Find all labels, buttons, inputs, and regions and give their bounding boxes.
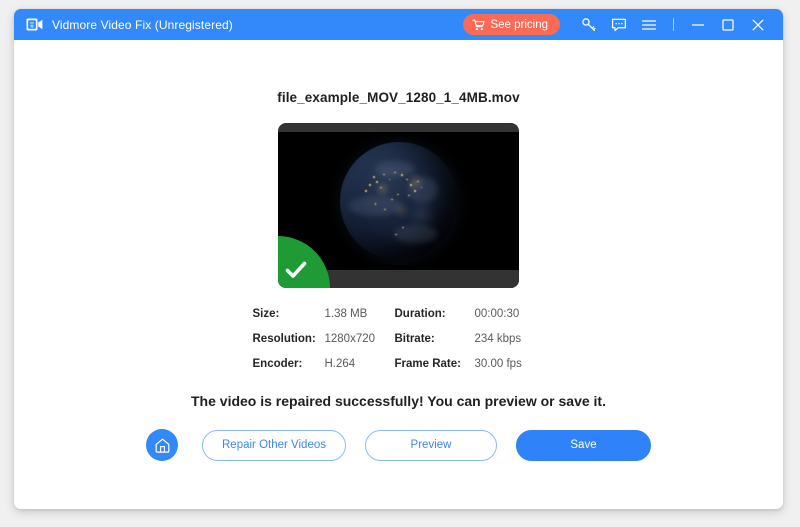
metadata-label-resolution: Resolution: [253,333,325,345]
check-mark-icon [285,261,307,279]
video-metadata-table: Size: 1.38 MB Duration: 00:00:30 Resolut… [253,308,545,370]
video-preview-frame [278,132,519,270]
titlebar-divider [673,18,674,31]
metadata-value-frame-rate: 30.00 fps [475,358,545,370]
shopping-cart-icon [472,19,485,31]
metadata-value-encoder: H.264 [325,358,395,370]
file-name-label: file_example_MOV_1280_1_4MB.mov [277,90,519,105]
home-button[interactable] [146,429,178,461]
chat-bubble-icon[interactable] [611,17,627,33]
metadata-label-size: Size: [253,308,325,320]
title-bar: Vidmore Video Fix (Unregistered) See pri… [14,9,783,40]
close-icon[interactable] [749,16,767,34]
repair-other-videos-button[interactable]: Repair Other Videos [202,430,346,461]
window-title: Vidmore Video Fix (Unregistered) [52,18,233,32]
action-button-row: Repair Other Videos Preview Save [146,429,651,461]
main-content: file_example_MOV_1280_1_4MB.mov [14,40,783,509]
see-pricing-button[interactable]: See pricing [463,14,560,35]
application-window: Vidmore Video Fix (Unregistered) See pri… [14,9,783,509]
see-pricing-label: See pricing [490,19,548,31]
metadata-label-encoder: Encoder: [253,358,325,370]
video-camera-icon [26,17,43,32]
metadata-value-duration: 00:00:30 [475,308,545,320]
minimize-icon[interactable] [689,16,707,34]
earth-globe-image [340,142,458,260]
video-thumbnail[interactable] [278,123,519,288]
metadata-label-frame-rate: Frame Rate: [395,358,475,370]
metadata-label-bitrate: Bitrate: [395,333,475,345]
maximize-icon[interactable] [719,16,737,34]
hamburger-menu-icon[interactable] [641,17,657,33]
metadata-value-size: 1.38 MB [325,308,395,320]
save-button[interactable]: Save [516,430,651,461]
metadata-value-resolution: 1280x720 [325,333,395,345]
success-message: The video is repaired successfully! You … [191,393,606,409]
home-icon [154,437,171,454]
preview-button[interactable]: Preview [365,430,497,461]
metadata-value-bitrate: 234 kbps [475,333,545,345]
key-icon[interactable] [581,17,597,33]
metadata-label-duration: Duration: [395,308,475,320]
